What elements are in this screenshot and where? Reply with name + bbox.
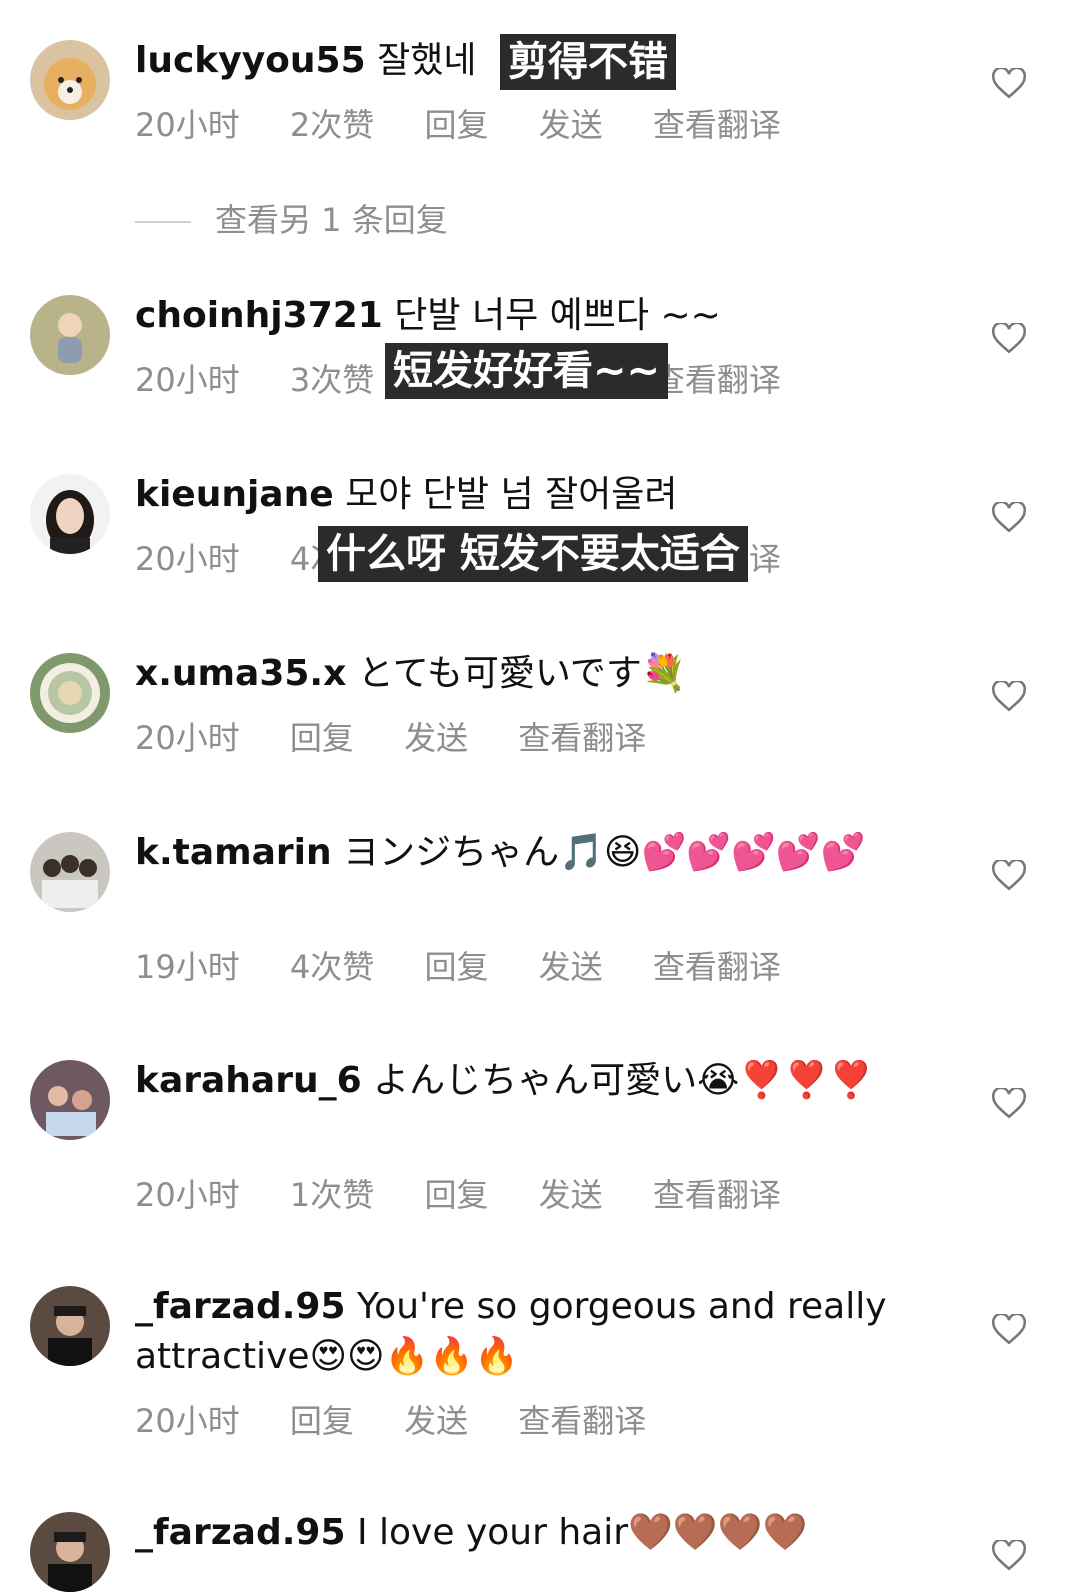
username[interactable]: x.uma35.x — [135, 653, 346, 694]
divider-line — [135, 221, 191, 223]
likes-count[interactable]: 1次赞 — [290, 1176, 374, 1214]
comment-text: k.tamarin ヨンジちゃん🎵😆💕💕💕💕💕 — [135, 828, 935, 878]
avatar[interactable] — [30, 295, 110, 375]
likes-count[interactable]: 4次赞 — [290, 948, 374, 986]
comment-body: よんじちゃん可愛い😭❣️❣️❣️ — [373, 1060, 874, 1101]
heart-icon[interactable] — [991, 500, 1027, 534]
heart-icon[interactable] — [991, 1086, 1027, 1120]
username[interactable]: luckyyou55 — [135, 40, 366, 81]
timestamp: 20小时 — [135, 361, 240, 399]
avatar[interactable] — [30, 1512, 110, 1592]
timestamp: 20小时 — [135, 1176, 240, 1214]
subtitle-overlay: 什么呀 短发不要太适合 — [318, 526, 748, 582]
timestamp: 20小时 — [135, 106, 240, 144]
heart-icon[interactable] — [991, 1312, 1027, 1346]
reply-button[interactable]: 回复 — [424, 1176, 488, 1214]
send-button[interactable]: 发送 — [539, 1176, 603, 1214]
comment-text: _farzad.95 You're so gorgeous and really… — [135, 1282, 935, 1382]
comment-text: karaharu_6 よんじちゃん可愛い😭❣️❣️❣️ — [135, 1056, 935, 1106]
comment-text: _farzad.95 I love your hair🤎🤎🤎🤎 — [135, 1508, 935, 1558]
avatar[interactable] — [30, 1060, 110, 1140]
comment-body: ヨンジちゃん🎵😆💕💕💕💕💕 — [343, 832, 866, 873]
reply-button[interactable]: 回复 — [424, 948, 488, 986]
comment-body: I love your hair🤎🤎🤎🤎 — [356, 1512, 808, 1553]
translate-button[interactable]: 查看翻译 — [653, 948, 781, 986]
timestamp: 20小时 — [135, 1402, 240, 1440]
comment-body: 단발 너무 예쁘다 ~~ — [394, 295, 721, 336]
subtitle-overlay: 剪得不错 — [500, 34, 676, 90]
likes-count[interactable]: 2次赞 — [290, 106, 374, 144]
reply-button[interactable]: 回复 — [424, 106, 488, 144]
translate-button[interactable]: 查看翻译 — [518, 1402, 646, 1440]
reply-button[interactable]: 回复 — [290, 1402, 354, 1440]
heart-icon[interactable] — [991, 1538, 1027, 1572]
comment-body: 잘했네 — [377, 40, 477, 81]
avatar[interactable] — [30, 474, 110, 554]
comment-meta: 20小时 回复 发送 查看翻译 — [135, 1396, 686, 1442]
send-button[interactable]: 发送 — [539, 106, 603, 144]
username[interactable]: karaharu_6 — [135, 1060, 362, 1101]
translate-button[interactable]: 查看翻译 — [653, 106, 781, 144]
comment-meta: 20小时 回复 发送 查看翻译 — [135, 713, 686, 759]
username[interactable]: _farzad.95 — [135, 1512, 346, 1553]
username[interactable]: _farzad.95 — [135, 1286, 346, 1327]
comment-body: とても可愛いです💐 — [357, 653, 687, 694]
send-button[interactable]: 发送 — [404, 719, 468, 757]
translate-button[interactable]: 查看翻译 — [518, 719, 646, 757]
avatar[interactable] — [30, 1286, 110, 1366]
timestamp: 19小时 — [135, 948, 240, 986]
comment-meta: 19小时 4次赞 回复 发送 查看翻译 — [135, 942, 821, 988]
comment-text: x.uma35.x とても可愛いです💐 — [135, 649, 935, 699]
translate-button[interactable]: 查看翻译 — [653, 361, 781, 399]
timestamp: 20小时 — [135, 540, 240, 578]
view-replies-label: 查看另 1 条回复 — [215, 201, 448, 239]
username[interactable]: choinhj3721 — [135, 295, 383, 336]
comment-meta: 20小时 2次赞 回复 发送 查看翻译 — [135, 100, 821, 146]
timestamp: 20小时 — [135, 719, 240, 757]
heart-icon[interactable] — [991, 858, 1027, 892]
username[interactable]: kieunjane — [135, 474, 334, 515]
comment-body: 모야 단발 넘 잘어울려 — [345, 474, 678, 515]
view-replies-button[interactable]: 查看另 1 条回复 — [135, 195, 448, 241]
avatar[interactable] — [30, 40, 110, 120]
reply-button[interactable]: 回复 — [290, 719, 354, 757]
heart-icon[interactable] — [991, 321, 1027, 355]
subtitle-overlay: 短发好好看~~ — [385, 343, 669, 399]
comment-text: kieunjane 모야 단발 넘 잘어울려 — [135, 470, 935, 520]
avatar[interactable] — [30, 653, 110, 733]
send-button[interactable]: 发送 — [539, 948, 603, 986]
comment-text: choinhj3721 단발 너무 예쁘다 ~~ — [135, 291, 935, 341]
comment-meta: 20小时 1次赞 回复 发送 查看翻译 — [135, 1170, 821, 1216]
send-button[interactable]: 发送 — [404, 1402, 468, 1440]
translate-button[interactable]: 查看翻译 — [653, 1176, 781, 1214]
username[interactable]: k.tamarin — [135, 832, 332, 873]
likes-count[interactable]: 3次赞 — [290, 361, 374, 399]
heart-icon[interactable] — [991, 679, 1027, 713]
heart-icon[interactable] — [991, 66, 1027, 100]
avatar[interactable] — [30, 832, 110, 912]
